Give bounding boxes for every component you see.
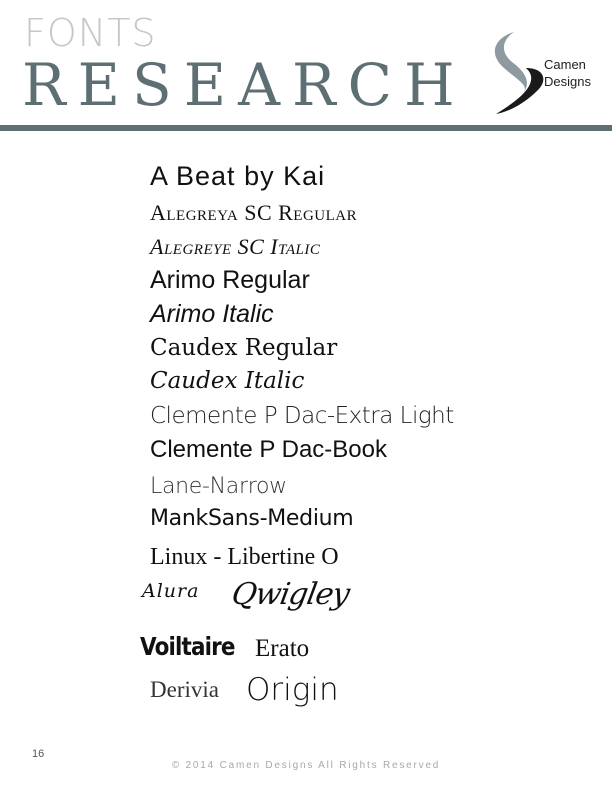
page-number: 16	[32, 748, 45, 760]
font-sample-lane-narrow: Lane-Narrow	[150, 474, 287, 499]
font-sample-caudex-italic: Caudex Italic	[150, 368, 305, 394]
font-sample-voiltaire: Voiltaire	[140, 632, 235, 661]
font-sample-alegreya-regular: Alegreya SC Regular	[150, 200, 358, 225]
font-sample-linux-libertine: Linux - Libertine O	[150, 544, 339, 570]
font-sample-clemente-extra-light: Clemente P Dac-Extra Light	[150, 403, 454, 429]
logo-text: Camen Designs	[544, 56, 591, 90]
page-title: RESEARCH	[22, 51, 467, 119]
copyright-footer: © 2014 Camen Designs All Rights Reserved	[171, 760, 441, 771]
font-sample-beat: A Beat by Kai	[150, 161, 326, 191]
font-sample-origin: Origin	[246, 672, 339, 708]
font-sample-clemente-book: Clemente P Dac-Book	[150, 436, 387, 463]
header-small-title: FONTS	[24, 11, 157, 55]
font-sample-caudex-regular: Caudex Regular	[150, 335, 338, 361]
logo-line-camen: Camen	[544, 57, 586, 72]
font-sample-qwigley: Qwigley	[229, 577, 352, 612]
font-sample-arimo-italic: Arimo Italic	[150, 300, 274, 328]
font-sample-derivia: Derivia	[150, 677, 219, 702]
logo-line-designs: Designs	[544, 74, 591, 89]
font-sample-alegreya-italic: Alegreye SC Italic	[150, 234, 321, 259]
font-sample-manksans-medium: MankSans-Medium	[150, 506, 354, 531]
header-rule	[0, 125, 612, 131]
font-sample-erato: Erato	[255, 635, 310, 662]
font-sample-arimo-regular: Arimo Regular	[150, 266, 310, 294]
font-sample-alura: Alura	[142, 580, 200, 602]
